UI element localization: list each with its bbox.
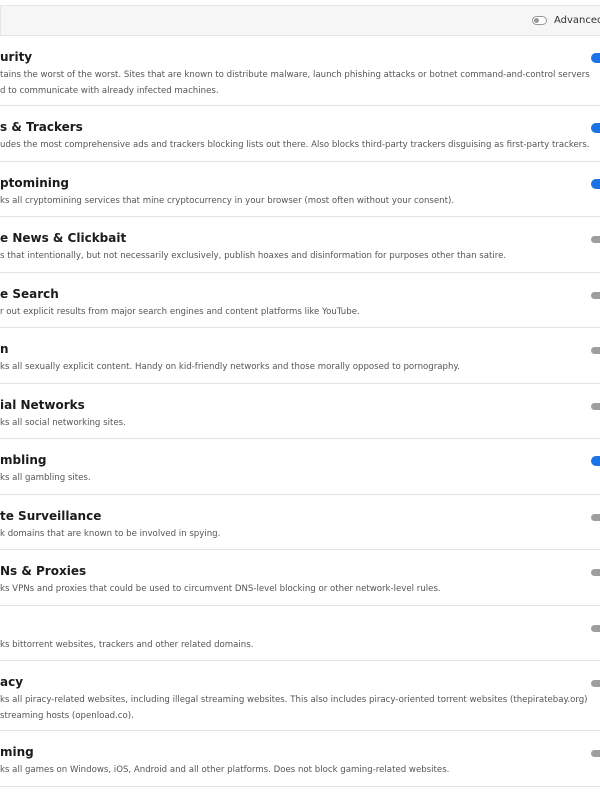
category-toggle[interactable]: [591, 513, 600, 521]
category-row: n ks all sexually explicit content. Handy…: [0, 328, 600, 384]
category-row: mbling ks all gambling sites.: [0, 439, 600, 495]
category-row: ming ks all games on Windows, iOS, Androi…: [0, 731, 600, 787]
advanced-mode-switch[interactable]: [532, 16, 547, 25]
category-row: acy ks all piracy-related websites, inclu…: [0, 661, 600, 731]
category-title: mbling: [0, 453, 47, 467]
category-title: Ns & Proxies: [0, 564, 87, 578]
category-toggle[interactable]: [591, 53, 600, 63]
category-title: s & Trackers: [0, 120, 83, 134]
category-title: urity: [0, 50, 33, 64]
description-line: s that intentionally, but not necessaril…: [0, 251, 507, 261]
category-description: ks bittorrent websites, trackers and oth…: [0, 637, 585, 653]
category-toggle[interactable]: [591, 624, 600, 632]
category-description: ks all cryptomining services that mine c…: [0, 193, 585, 209]
list-header-bar: Advanced M: [0, 5, 600, 36]
category-toggle[interactable]: [591, 236, 600, 243]
category-description: ks all games on Windows, iOS, Android an…: [0, 762, 585, 778]
category-row: s & Trackers udes the most comprehensive …: [0, 106, 600, 162]
category-description: s that intentionally, but not necessaril…: [0, 248, 585, 264]
category-toggle[interactable]: [591, 402, 600, 410]
category-row: ial Networks ks all social networking sit…: [0, 384, 600, 439]
category-row: e News & Clickbait s that intentionally, …: [0, 217, 600, 273]
category-toggle[interactable]: [591, 750, 600, 757]
description-line: streaming hosts (openload.co).: [0, 711, 134, 721]
category-toggle[interactable]: [591, 123, 600, 133]
category-toggle[interactable]: [591, 347, 600, 354]
category-title: ptomining: [0, 175, 69, 190]
description-line: d to communicate with already infected m…: [0, 86, 219, 96]
description-line: ks all games on Windows, iOS, Android an…: [0, 765, 450, 775]
category-title: e Search: [0, 286, 59, 301]
category-description: r out explicit results from major search…: [0, 304, 585, 320]
category-description: ks all piracy-related websites, includin…: [0, 692, 588, 724]
description-line: udes the most comprehensive ads and trac…: [0, 140, 590, 150]
category-description: ks VPNs and proxies that could be used t…: [0, 581, 585, 597]
category-description: ks all sexually explicit content. Handy …: [0, 359, 585, 375]
description-line: ks VPNs and proxies that could be used t…: [0, 584, 441, 594]
category-title: ming: [0, 745, 34, 759]
category-description: ks all gambling sites.: [0, 470, 585, 486]
advanced-mode-toggle[interactable]: Advanced M: [532, 15, 600, 26]
category-row: e Search r out explicit results from majo…: [0, 273, 600, 328]
description-line: ks all cryptomining services that mine c…: [0, 195, 455, 206]
category-row: te Surveillance k domains that are known …: [0, 495, 600, 550]
category-description: tains the worst of the worst. Sites that…: [0, 67, 590, 99]
category-description: k domains that are known to be involved …: [0, 526, 585, 542]
category-title: e News & Clickbait: [0, 231, 127, 245]
description-line: tains the worst of the worst. Sites that…: [0, 70, 590, 80]
category-toggle[interactable]: [591, 569, 600, 576]
category-title: ial Networks: [0, 397, 85, 412]
description-line: r out explicit results from major search…: [0, 306, 360, 317]
description-line: ks all social networking sites.: [0, 417, 126, 428]
parental-control-category-list: urity tains the worst of the worst. Sites…: [0, 36, 600, 787]
category-toggle[interactable]: [591, 456, 600, 466]
category-description: udes the most comprehensive ads and trac…: [0, 137, 590, 153]
category-title: te Surveillance: [0, 508, 102, 523]
category-row: Ns & Proxies ks VPNs and proxies that cou…: [0, 550, 600, 606]
description-line: k domains that are known to be involved …: [0, 528, 221, 539]
category-toggle[interactable]: [591, 680, 600, 687]
category-description: ks all social networking sites.: [0, 415, 585, 431]
advanced-mode-label: Advanced M: [554, 15, 600, 26]
category-toggle[interactable]: [591, 291, 600, 299]
category-toggle[interactable]: [591, 178, 600, 189]
category-title: n: [0, 342, 9, 356]
switch-knob: [534, 18, 539, 23]
description-line: ks all piracy-related websites, includin…: [0, 695, 588, 705]
category-row: ks bittorrent websites, trackers and oth…: [0, 606, 600, 661]
description-line: ks all sexually explicit content. Handy …: [0, 362, 461, 372]
description-line: ks all gambling sites.: [0, 473, 91, 483]
description-line: ks bittorrent websites, trackers and oth…: [0, 639, 254, 650]
category-row: urity tains the worst of the worst. Sites…: [0, 36, 600, 106]
category-row: ptomining ks all cryptomining services th…: [0, 162, 600, 217]
category-title: acy: [0, 675, 24, 689]
